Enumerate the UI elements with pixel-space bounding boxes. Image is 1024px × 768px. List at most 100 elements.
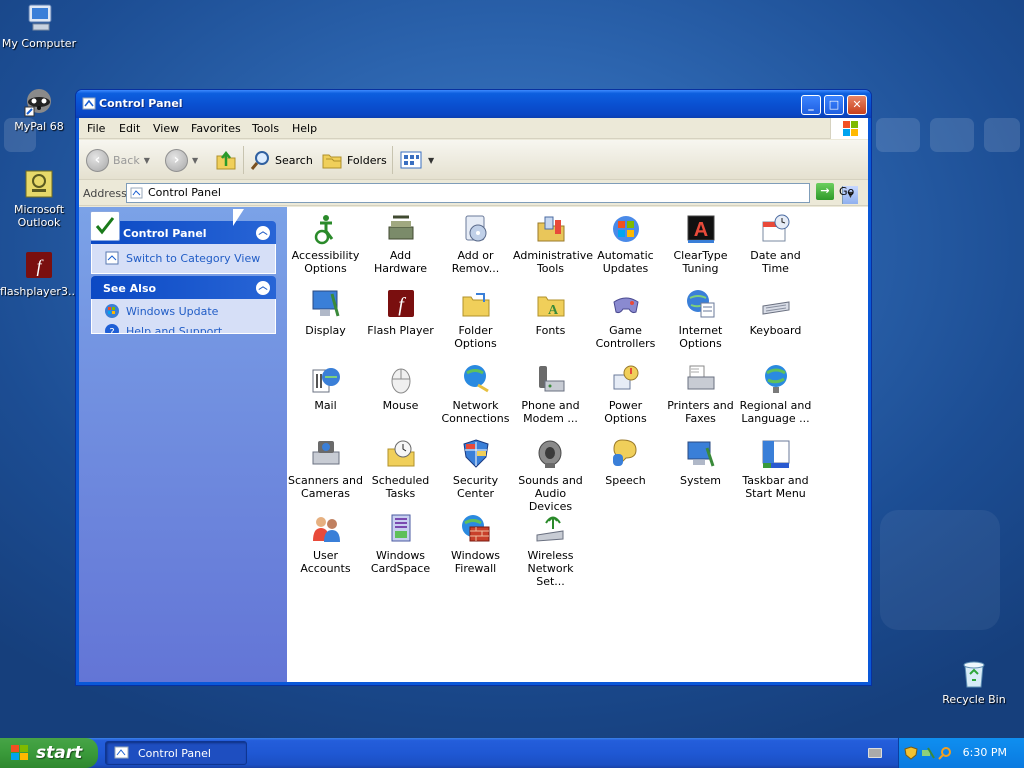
mypal-raccoon-icon <box>23 85 55 117</box>
control-panel-window: Control Panel _ □ ✕ File Edit View Favor… <box>75 89 872 686</box>
cp-item-label: Date and Time <box>750 249 801 275</box>
toolbar: ‹ Back ▼ › ▼ Search Folders ▼ <box>79 140 868 180</box>
title-bar[interactable]: Control Panel _ □ ✕ <box>76 90 871 118</box>
folders-button[interactable]: Folders <box>321 148 387 172</box>
cp-item-automatic-updates[interactable]: Automatic Updates <box>588 213 663 275</box>
desktop-icon-my-computer[interactable]: My Computer <box>0 2 78 50</box>
cp-item-cardspace[interactable]: Windows CardSpace <box>363 513 438 575</box>
menu-edit[interactable]: Edit <box>119 122 140 135</box>
start-button[interactable]: start <box>0 738 98 768</box>
cp-item-wireless-network[interactable]: Wireless Network Set... <box>513 513 588 588</box>
desktop-icon-outlook[interactable]: Microsoft Outlook <box>0 168 78 229</box>
section-header[interactable]: Control Panel ︿ <box>90 211 276 244</box>
cp-item-regional-language[interactable]: Regional and Language ... <box>738 363 813 425</box>
desktop-icon-flashplayer[interactable]: f flashplayer3... <box>0 250 78 298</box>
collapse-chevron-icon[interactable]: ︿ <box>256 226 270 240</box>
cp-item-network-connections[interactable]: Network Connections <box>438 363 513 425</box>
back-button[interactable]: ‹ Back ▼ <box>86 148 150 172</box>
cp-item-firewall[interactable]: Windows Firewall <box>438 513 513 575</box>
cp-item-administrative-tools[interactable]: Administrative Tools <box>513 213 593 275</box>
sounds-audio-icon <box>535 438 567 470</box>
cp-item-security-center[interactable]: Security Center <box>438 438 513 500</box>
cp-item-scanners-cameras[interactable]: Scanners and Cameras <box>288 438 363 500</box>
cp-item-mail[interactable]: Mail <box>288 363 363 412</box>
menu-favorites[interactable]: Favorites <box>191 122 241 135</box>
cp-item-power-options[interactable]: Power Options <box>588 363 663 425</box>
cp-item-label: Keyboard <box>749 324 802 337</box>
search-icon[interactable] <box>938 746 952 760</box>
security-shield-icon[interactable] <box>904 746 918 760</box>
maximize-button[interactable]: □ <box>824 95 844 115</box>
cp-item-label: Windows Firewall <box>450 549 501 575</box>
cp-item-display[interactable]: Display <box>288 288 363 337</box>
display-icon <box>310 288 342 320</box>
cp-item-add-hardware[interactable]: Add Hardware <box>363 213 438 275</box>
menu-bar: File Edit View Favorites Tools Help <box>79 118 868 139</box>
taskbar-start-menu-icon <box>760 438 792 470</box>
menu-help[interactable]: Help <box>292 122 317 135</box>
dropdown-arrow-icon: ▼ <box>143 155 150 165</box>
menu-tools[interactable]: Tools <box>252 122 279 135</box>
cp-item-flash-player[interactable]: f Flash Player <box>363 288 438 337</box>
cp-item-label: Folder Options <box>454 324 497 350</box>
collapse-chevron-icon[interactable]: ︿ <box>256 281 270 295</box>
close-button[interactable]: ✕ <box>847 95 867 115</box>
desktop-icon-recycle-bin[interactable]: Recycle Bin <box>935 658 1013 706</box>
minimize-button[interactable]: _ <box>801 95 821 115</box>
views-button[interactable]: ▼ <box>400 148 434 172</box>
cp-item-date-time[interactable]: Date and Time <box>738 213 813 275</box>
cp-item-user-accounts[interactable]: User Accounts <box>288 513 363 575</box>
control-panel-small-icon <box>114 746 129 759</box>
cp-item-label: Automatic Updates <box>597 249 654 275</box>
cp-item-scheduled-tasks[interactable]: Scheduled Tasks <box>363 438 438 500</box>
my-computer-icon <box>23 2 55 34</box>
clock[interactable]: 6:30 PM <box>963 746 1007 759</box>
cp-item-keyboard[interactable]: Keyboard <box>738 288 813 337</box>
cp-item-label: ClearType Tuning <box>673 249 728 275</box>
dropdown-arrow-icon: ▼ <box>428 155 435 165</box>
cp-item-add-remove-programs[interactable]: Add or Remov... <box>438 213 513 275</box>
cp-item-internet-options[interactable]: Internet Options <box>663 288 738 350</box>
address-input[interactable]: Control Panel ▼ <box>126 183 858 204</box>
desktop-icon-mypal[interactable]: MyPal 68 <box>0 85 78 133</box>
cp-item-game-controllers[interactable]: Game Controllers <box>588 288 663 350</box>
windows-update-link[interactable]: Windows Update <box>104 301 275 321</box>
cp-item-accessibility[interactable]: Accessibility Options <box>288 213 363 275</box>
mouse-cursor-icon <box>233 209 244 226</box>
cp-item-speech[interactable]: Speech <box>588 438 663 487</box>
cp-item-system[interactable]: System <box>663 438 738 487</box>
up-folder-button[interactable] <box>214 148 238 172</box>
forward-button[interactable]: › ▼ <box>165 148 198 172</box>
power-options-icon <box>610 363 642 395</box>
cp-item-label: Display <box>305 324 346 337</box>
cp-item-folder-options[interactable]: Folder Options <box>438 288 513 350</box>
keyboard-icon[interactable] <box>868 748 882 758</box>
go-button[interactable]: → Go <box>816 183 854 200</box>
cp-item-taskbar-start-menu[interactable]: Taskbar and Start Menu <box>738 438 813 500</box>
cp-item-printers-faxes[interactable]: Printers and Faxes <box>663 363 738 425</box>
section-header[interactable]: See Also ︿ <box>91 276 276 299</box>
cp-item-fonts[interactable]: A Fonts <box>513 288 588 337</box>
taskbar-item-control-panel[interactable]: Control Panel <box>105 741 247 765</box>
search-button[interactable]: Search <box>249 148 313 172</box>
printers-faxes-icon <box>685 363 717 395</box>
menu-view[interactable]: View <box>153 122 179 135</box>
menu-file[interactable]: File <box>87 122 105 135</box>
cp-item-cleartype[interactable]: A ClearType Tuning <box>663 213 738 275</box>
recycle-bin-icon <box>958 658 990 690</box>
cp-item-label: Flash Player <box>367 324 434 337</box>
help-and-support-link[interactable]: ? Help and Support <box>104 321 275 334</box>
cp-item-label: Add or Remov... <box>451 249 500 275</box>
cp-item-sounds-audio[interactable]: Sounds and Audio Devices <box>513 438 588 513</box>
network-icon[interactable] <box>921 746 935 760</box>
cp-item-label: Internet Options <box>678 324 723 350</box>
switch-to-category-view-link[interactable]: Switch to Category View <box>104 248 275 268</box>
cp-item-phone-modem[interactable]: Phone and Modem ... <box>513 363 588 425</box>
cp-item-mouse[interactable]: Mouse <box>363 363 438 412</box>
svg-text:A: A <box>693 219 707 241</box>
help-icon: ? <box>105 324 119 334</box>
svg-text:?: ? <box>109 327 114 334</box>
fonts-icon: A <box>535 288 567 320</box>
add-hardware-icon <box>385 213 417 245</box>
control-panel-small-icon <box>130 187 143 199</box>
